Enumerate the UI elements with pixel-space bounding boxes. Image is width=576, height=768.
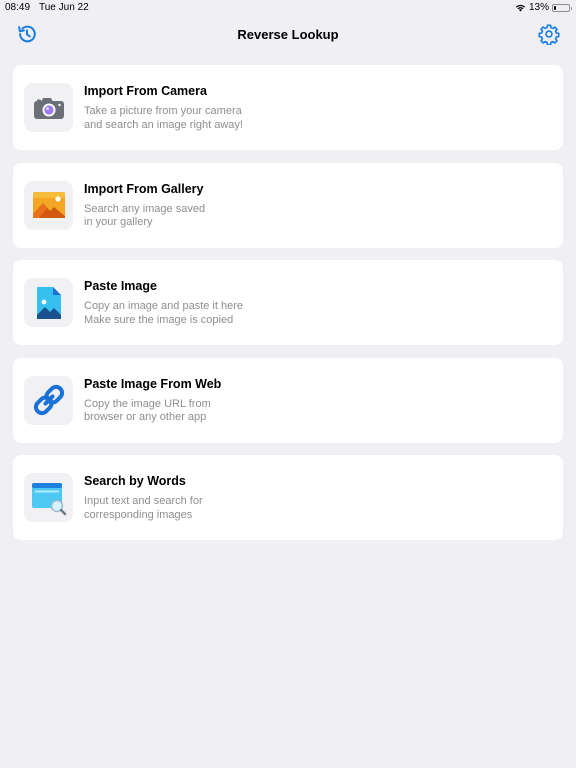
paste-image-icon <box>36 286 61 319</box>
description-line: Take a picture from your camera <box>84 105 242 117</box>
icon-tile <box>24 180 73 230</box>
status-right: 13% <box>515 2 572 13</box>
card-description: Copy the image URL from browser or any o… <box>84 398 211 425</box>
icon-tile <box>24 83 73 132</box>
browser-search-icon <box>31 482 66 515</box>
card-title: Search by Words <box>84 474 186 488</box>
card-title: Paste Image <box>84 279 157 293</box>
import-camera-card[interactable]: Import From Camera Take a picture from y… <box>13 65 563 150</box>
card-description: Take a picture from your camera and sear… <box>84 105 243 132</box>
status-bar: 08:49 Tue Jun 22 13% <box>0 0 576 16</box>
description-line: Copy an image and paste it here <box>84 300 243 312</box>
description-line: corresponding images <box>84 508 193 521</box>
status-date: Tue Jun 22 <box>39 2 89 13</box>
options-list: Import From Camera Take a picture from y… <box>13 65 563 553</box>
card-title: Import From Gallery <box>84 181 204 196</box>
battery-percent: 13% <box>528 2 549 13</box>
icon-tile <box>24 375 73 425</box>
settings-button[interactable] <box>538 23 560 46</box>
description-line: in your gallery <box>84 216 153 228</box>
icon-tile <box>24 473 73 522</box>
navigation-bar: Reverse Lookup <box>0 18 576 50</box>
description-line: Search any image saved <box>84 202 206 215</box>
card-title: Import From Camera <box>84 84 207 98</box>
card-title: Paste Image From Web <box>84 376 222 391</box>
page-title: Reverse Lookup <box>237 27 339 42</box>
description-line: Make sure the image is copied <box>84 313 234 326</box>
wifi-icon <box>515 4 526 12</box>
description-line: Input text and search for <box>84 495 203 507</box>
search-by-words-card[interactable]: Search by Words Input text and search fo… <box>13 455 563 540</box>
link-icon <box>33 384 64 416</box>
gear-icon <box>538 24 560 46</box>
paste-image-card[interactable]: Paste Image Copy an image and paste it h… <box>13 260 563 345</box>
import-gallery-card[interactable]: Import From Gallery Search any image sav… <box>13 162 563 248</box>
card-description: Search any image saved in your gallery <box>84 203 205 230</box>
description-line: browser or any other app <box>84 411 207 423</box>
gallery-icon <box>32 192 65 218</box>
battery-icon <box>552 3 572 12</box>
paste-image-from-web-card[interactable]: Paste Image From Web Copy the image URL … <box>13 357 563 443</box>
camera-icon <box>33 97 64 119</box>
card-description: Input text and search for corresponding … <box>84 495 203 522</box>
icon-tile <box>24 278 73 327</box>
status-time: 08:49 <box>5 2 31 13</box>
card-description: Copy an image and paste it here Make sur… <box>84 300 243 327</box>
description-line: Copy the image URL from <box>84 397 211 410</box>
description-line: and search an image right away! <box>84 118 243 131</box>
